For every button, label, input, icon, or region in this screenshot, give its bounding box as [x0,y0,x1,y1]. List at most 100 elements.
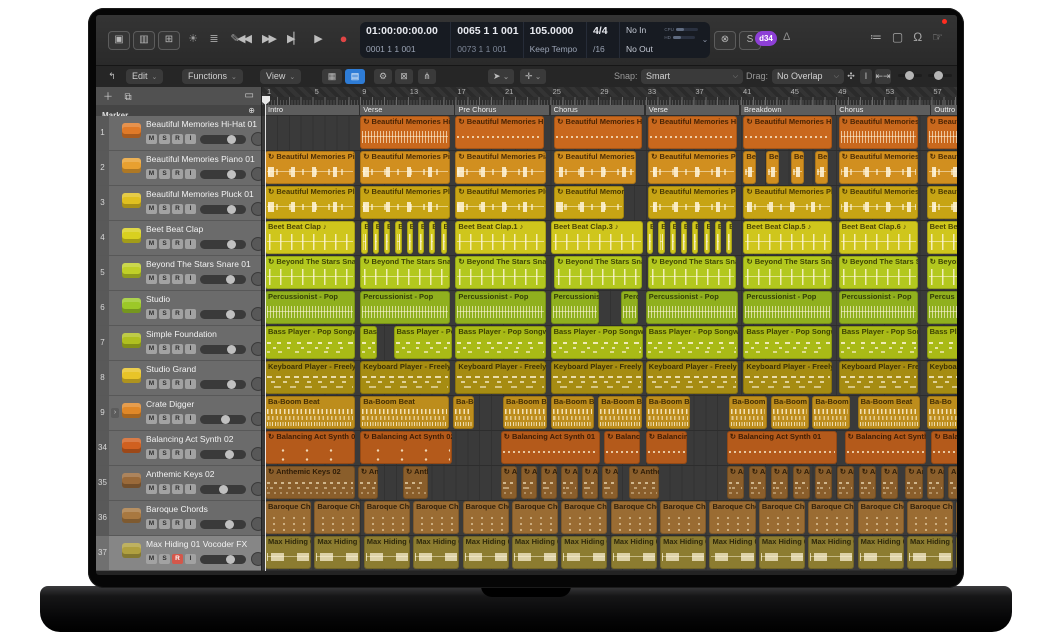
region[interactable]: B [704,221,710,254]
region[interactable]: Bass Player - Pop So [394,326,452,359]
region[interactable]: ↻ Beautiful Memories Hi-Hat 02.1 [554,116,642,149]
status-badge[interactable]: d34 [755,31,777,46]
region[interactable]: B [647,221,653,254]
region[interactable]: Bass Player - Pop Songwriter [265,326,355,359]
region[interactable]: Baroque Chords [907,501,953,534]
region[interactable]: Be [815,151,828,184]
region[interactable]: ↻ Anthemic Keys 02 [265,466,355,499]
region[interactable]: Ba-Boom Beat [858,396,921,429]
region[interactable]: ↻ Anthe [927,466,945,499]
record-enable-button[interactable]: R [172,379,183,389]
region[interactable]: ↻ Anthe [859,466,877,499]
marker-section[interactable]: Pre Chorus [455,105,549,115]
region[interactable]: Ba-Boom Beat [598,396,642,429]
region[interactable]: B [373,221,379,254]
volume-slider[interactable] [200,520,246,529]
region[interactable]: Bass Pl [927,326,957,359]
record-enable-button[interactable]: R [172,309,183,319]
region[interactable]: ↻ Beautiful Memories Pluck 02 [554,186,624,219]
volume-slider[interactable] [200,415,246,424]
volume-slider-knob[interactable] [227,135,236,144]
region[interactable]: ↻ Balancing Act Syn [931,431,957,464]
region[interactable]: ↻ Anthe [881,466,899,499]
volume-slider-knob[interactable] [227,240,236,249]
region-lane[interactable]: Percussionist - PopPercussionist - PopPe… [262,291,957,326]
region[interactable]: Percuss [621,291,639,324]
track-header[interactable]: 34Balancing Act Synth 02MSRI [96,431,262,466]
track-header[interactable]: 3Beautiful Memories Pluck 01MSRI [96,186,262,221]
solo-button[interactable]: S [159,484,170,494]
volume-slider-knob[interactable] [227,170,236,179]
solo-button[interactable]: S [159,519,170,529]
region[interactable]: ↻ Beautiful Memories Hi-Hat 03.1 [360,116,450,149]
region[interactable]: ↻ Balancing Act Synth 01 [727,431,837,464]
region[interactable]: B [441,221,447,254]
mute-button[interactable]: M [146,379,157,389]
input-monitor-button[interactable]: I [185,239,196,249]
solo-button[interactable]: S [159,274,170,284]
region[interactable]: ↻ Beautiful Memories Hi-Hat 0 [455,116,544,149]
arrangement-marker-lane[interactable]: IntroVersePre ChorusChorusVerseBreakdown… [262,105,957,116]
solo-button[interactable]: S [159,554,170,564]
marker-section[interactable]: Verse [360,105,454,115]
region[interactable]: Max Hiding 01 V [265,536,311,569]
region[interactable]: Beet Beat Clap.5 ♪ [743,221,832,254]
region[interactable]: Max Hiding 01 V [660,536,706,569]
record-enable-button[interactable]: R [172,274,183,284]
input-monitor-button[interactable]: I [185,449,196,459]
mixer-icon[interactable]: ≣ [205,31,223,48]
region[interactable]: ↻ Beautiful Memories Piano 02.2 [648,151,736,184]
solo-button[interactable]: S [159,344,170,354]
solo-button[interactable]: S [159,414,170,424]
track-header[interactable]: 2Beautiful Memories Piano 01MSRI [96,151,262,186]
region[interactable]: ↻ Beyond The Stars Snare 01 ∞ [265,256,355,289]
region[interactable]: Bass Player - Pop Songwriter [646,326,739,359]
region[interactable]: Keyboard Player - Freely [839,361,918,394]
region[interactable]: Percus [927,291,957,324]
region[interactable]: B [715,221,721,254]
pointer-tool-selector[interactable]: ➤ ⌄ [488,69,514,84]
volume-slider[interactable] [200,450,246,459]
volume-slider-knob[interactable] [226,310,235,319]
record-enable-button[interactable]: R [172,414,183,424]
playhead[interactable] [265,97,266,571]
region[interactable]: Keyboard Player - Freely [455,361,545,394]
add-marker-icon[interactable]: ⊕ [248,106,255,115]
region[interactable]: Bass Player - Pop Songwriter [455,326,545,359]
mute-button[interactable]: M [146,134,157,144]
panel-toggle-icon[interactable]: ▭ [245,87,254,105]
track-header[interactable]: 9›Crate DiggerMSRI [96,396,262,431]
record-enable-button[interactable]: R [172,239,183,249]
region[interactable]: ↻ Beyond The Stars Snare 01.1 [360,256,450,289]
region[interactable]: An [948,466,957,499]
mute-button[interactable]: M [146,519,157,529]
region[interactable]: Bass Player - Pop Songwriter [743,326,832,359]
view-menu[interactable]: View⌄ [260,69,301,84]
region[interactable]: Keyboard Player - Freely [551,361,644,394]
volume-slider-knob[interactable] [225,450,234,459]
region[interactable]: ↻ Beautiful Memories Hi-Hat 03.2 [927,116,957,149]
record-enable-button[interactable]: R [172,554,183,564]
input-monitor-button[interactable]: I [185,519,196,529]
marker-section[interactable]: Verse [646,105,740,115]
region[interactable]: ↻ Anthe [771,466,789,499]
region-lane[interactable]: Keyboard Player - FreelyKeyboard Player … [262,361,957,396]
back-icon[interactable]: ↰ [104,69,120,84]
region[interactable]: Baroque Chords [660,501,706,534]
region[interactable]: ↻ Beautiful Memories Hi-Hat 02.3 [743,116,832,149]
input-monitor-button[interactable]: I [185,204,196,214]
region-lane[interactable]: ↻ Beautiful Memories Pluck 01↻ Beautiful… [262,186,957,221]
input-monitor-button[interactable]: I [185,169,196,179]
region[interactable]: ↻ Beautiful Memories Pluck 02.2 [648,186,736,219]
region[interactable]: Ba-Boom Beat [551,396,595,429]
region-lane[interactable]: ↻ Anthemic Keys 02↻ Anthe↻ Anthe↻ Anthe↻… [262,466,957,501]
mute-button[interactable]: M [146,484,157,494]
region[interactable]: Ba-Boom Beat [646,396,690,429]
region[interactable]: Ba-Boo [453,396,474,429]
lcd-chevron-icon[interactable]: ⌄ [700,22,710,58]
cancel-solo-icon[interactable]: ⊗ [714,31,736,50]
marker-section[interactable]: Chorus [836,105,930,115]
volume-slider-knob[interactable] [221,415,230,424]
horizontal-zoom-slider[interactable] [928,74,952,77]
region-lane[interactable]: Max Hiding 01 VMax Hiding 01 VMax Hiding… [262,536,957,571]
